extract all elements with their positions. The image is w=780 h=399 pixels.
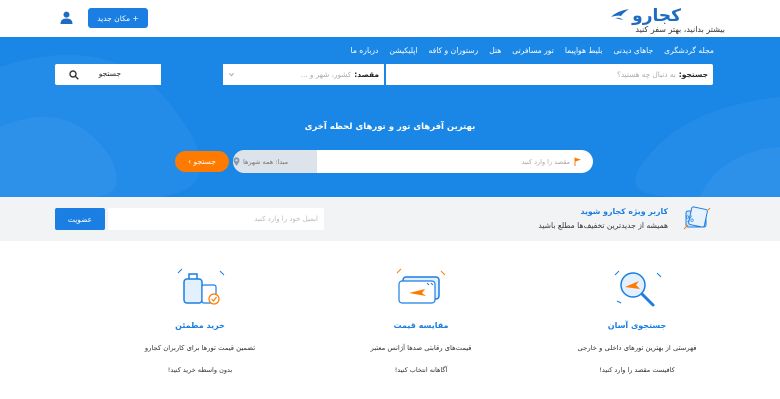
subscribe-description: همیشه از جدیدترین تخفیف‌ها مطلع باشید	[538, 221, 668, 230]
hero-title: بهترین آفرهای تور و تورهای لحظه آخری	[304, 122, 476, 132]
feature-line1: تضمین قیمت تورها برای کاربران کجارو	[144, 344, 256, 352]
tour-search-button[interactable]: جستجو ›	[175, 151, 229, 172]
subscribe-title: کاربر ویژه کجارو شوید	[580, 207, 668, 216]
hero-section: مجله گردشگری جاهای دیدنی بلیط هواپیما تو…	[0, 37, 780, 197]
ticket-compare-icon	[396, 268, 446, 304]
feature-title: جستجوی آسان	[607, 321, 667, 330]
add-place-button[interactable]: + مکان جدید	[88, 8, 148, 28]
nav-item-hotels[interactable]: هتل	[489, 46, 501, 55]
hero-background-waves	[0, 54, 780, 197]
svg-text:%: %	[685, 215, 694, 225]
tour-destination-field[interactable]: مقصد را وارد کنید	[317, 150, 593, 173]
feature-line1: قیمت‌های رقابتی صدها آژانس معتبر	[370, 344, 472, 352]
feature-line2: آگاهانه انتخاب کنید!	[394, 366, 448, 374]
subscribe-button[interactable]: عضویت	[55, 208, 105, 230]
feature-line2: کافیست مقصد را وارد کنید!	[599, 366, 675, 374]
search-icon	[69, 70, 79, 80]
top-header: کجارو بیشتر بدانید، بهتر سفر کنید + مکان…	[0, 0, 780, 37]
what-search-field[interactable]: جستجو:	[386, 64, 713, 85]
search-button-label: جستجو	[98, 69, 121, 78]
tour-origin-field[interactable]: مبدا: همه شهرها	[233, 150, 317, 173]
nav-item-restaurants[interactable]: رستوران و کافه	[429, 46, 479, 55]
location-pin-icon	[233, 157, 240, 166]
subscribe-band: % کاربر ویژه کجارو شوید همیشه از جدیدتری…	[0, 197, 780, 241]
feature-line2: بدون واسطه خرید کنید!	[167, 366, 233, 374]
nav-item-tours[interactable]: تور مسافرتی	[512, 46, 554, 55]
flag-icon	[574, 157, 581, 166]
chevron-down-icon[interactable]	[229, 72, 234, 77]
destination-input[interactable]	[223, 70, 355, 79]
logo-tagline: بیشتر بدانید، بهتر سفر کنید	[635, 25, 725, 34]
feature-price-compare: مقایسه قیمت قیمت‌های رقابتی صدها آژانس م…	[321, 265, 521, 374]
feature-easy-search: جستجوی آسان فهرستی از بهترین تورهای داخل…	[537, 265, 737, 374]
feature-line1: فهرستی از بهترین تورهای داخلی و خارجی	[577, 344, 697, 352]
feature-title: خرید مطمئن	[175, 321, 225, 330]
search-plane-icon	[614, 270, 662, 307]
discount-tag-icon: %	[683, 206, 711, 230]
luggage-shield-icon	[177, 268, 225, 305]
destination-label: مقصد:	[354, 70, 379, 79]
nav-item-magazine[interactable]: مجله گردشگری	[664, 46, 714, 55]
nav-item-attractions[interactable]: جاهای دیدنی	[614, 46, 654, 55]
nav-item-flights[interactable]: بلیط هواپیما	[565, 46, 603, 55]
search-button[interactable]: جستجو	[55, 64, 161, 85]
tour-origin-value: مبدا: همه شهرها	[243, 157, 289, 166]
email-input[interactable]	[108, 208, 324, 230]
feature-title: مقایسه قیمت	[393, 321, 449, 330]
what-input[interactable]	[386, 70, 679, 79]
nav-item-about[interactable]: درباره ما	[351, 46, 379, 55]
tour-search-pill: مقصد را وارد کنید مبدا: همه شهرها	[233, 150, 593, 173]
what-label: جستجو:	[678, 70, 708, 79]
logo-name: کجارو	[632, 6, 681, 26]
feature-safe-purchase: خرید مطمئن تضمین قیمت تورها برای کاربران…	[100, 265, 300, 374]
main-search-bar: جستجو: مقصد: جستجو	[55, 64, 713, 85]
nav-item-app[interactable]: اپلیکیشن	[389, 46, 417, 55]
destination-field[interactable]: مقصد:	[223, 64, 384, 85]
user-icon[interactable]	[60, 11, 73, 24]
site-logo[interactable]: کجارو بیشتر بدانید، بهتر سفر کنید	[575, 6, 725, 34]
main-nav: مجله گردشگری جاهای دیدنی بلیط هواپیما تو…	[351, 46, 715, 55]
tour-destination-placeholder: مقصد را وارد کنید	[521, 157, 570, 166]
bird-logo-icon	[611, 9, 629, 20]
